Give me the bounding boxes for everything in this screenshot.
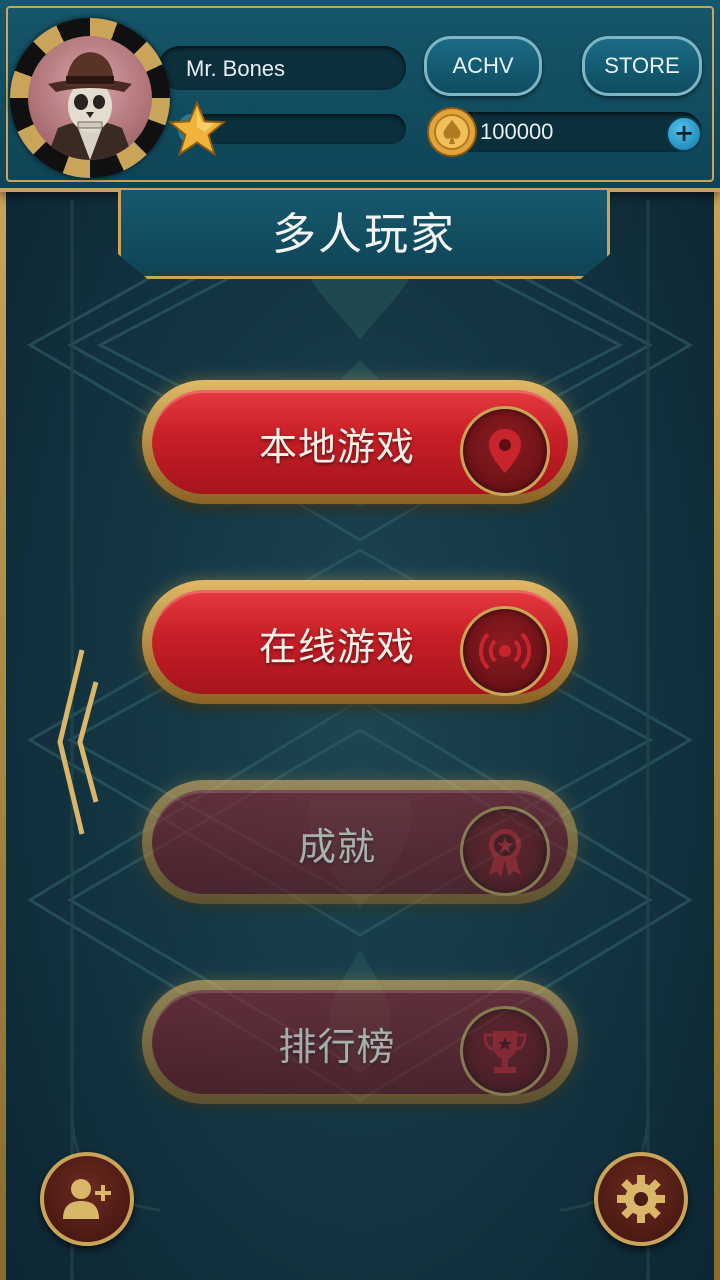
coin-balance: 100000 [480, 119, 554, 144]
profile-header: Mr. Bones ACHV STORE 100000 + [0, 0, 720, 192]
page-title-plate: 多人玩家 [118, 190, 610, 279]
add-friend-button[interactable] [40, 1152, 134, 1246]
page-title: 多人玩家 [272, 209, 456, 260]
leaderboard-button[interactable]: 排行榜 [142, 980, 578, 1104]
store-button[interactable]: STORE [582, 36, 702, 96]
player-name-bar: Mr. Bones [158, 46, 406, 90]
award-ribbon-icon-badge [460, 806, 550, 896]
broadcast-icon-badge [460, 606, 550, 696]
star-icon [168, 100, 226, 157]
add-coins-button[interactable]: + [666, 116, 702, 152]
local-game-label: 本地游戏 [258, 425, 415, 469]
broadcast-icon [478, 632, 532, 670]
location-pin-icon [489, 429, 521, 473]
gear-icon [617, 1175, 665, 1223]
online-game-button[interactable]: 在线游戏 [142, 580, 578, 704]
leaderboard-button-face: 排行榜 [152, 990, 568, 1096]
local-game-button-face: 本地游戏 [152, 390, 568, 496]
skeleton-avatar-icon [46, 52, 134, 160]
avatar[interactable] [28, 36, 152, 160]
trophy-icon-badge [460, 1006, 550, 1096]
coin-icon [427, 107, 477, 157]
settings-button[interactable] [594, 1152, 688, 1246]
left-frame-border [0, 190, 6, 1280]
chevron-left-icon[interactable] [52, 646, 102, 838]
coin-balance-bar: 100000 [440, 112, 702, 152]
online-game-button-face: 在线游戏 [152, 590, 568, 696]
achievements-menu-label: 成就 [297, 825, 376, 869]
leaderboard-label: 排行榜 [278, 1025, 396, 1069]
achievements-button[interactable]: ACHV [424, 36, 542, 96]
achievements-menu-button[interactable]: 成就 [142, 780, 578, 904]
avatar-frame[interactable] [10, 18, 170, 178]
location-pin-icon-badge [460, 406, 550, 496]
award-ribbon-icon [489, 829, 521, 877]
achievements-menu-button-face: 成就 [152, 790, 568, 896]
player-name: Mr. Bones [186, 56, 286, 81]
add-friend-icon [63, 1179, 111, 1219]
trophy-icon [483, 1031, 527, 1073]
right-frame-border [714, 190, 720, 1280]
online-game-label: 在线游戏 [258, 625, 415, 669]
local-game-button[interactable]: 本地游戏 [142, 380, 578, 504]
